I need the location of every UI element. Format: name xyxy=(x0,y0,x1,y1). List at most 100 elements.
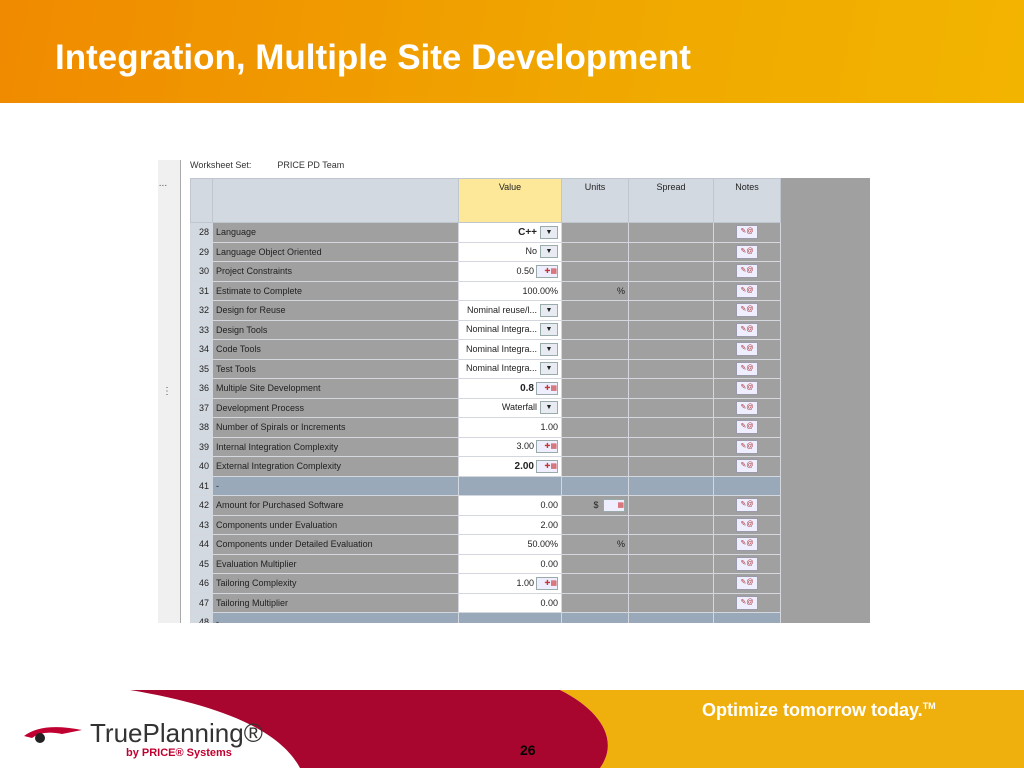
col-value[interactable]: Value xyxy=(458,178,562,223)
value-cell[interactable]: 3.00 ✚▦ xyxy=(458,436,562,457)
value-cell[interactable]: Nominal Integra... ▼ xyxy=(458,319,562,340)
spread-cell[interactable] xyxy=(628,358,714,379)
value-cell[interactable]: 0.00 xyxy=(458,592,562,613)
notes-icon[interactable]: ✎@ xyxy=(736,342,758,357)
value-cell[interactable]: 0.8 ✚▦ xyxy=(458,378,562,399)
units-cell[interactable]: % xyxy=(561,534,629,555)
chevron-down-icon[interactable]: ▼ xyxy=(540,342,558,356)
notes-cell[interactable]: ✎@ xyxy=(713,222,781,243)
notes-cell[interactable]: ✎@ xyxy=(713,319,781,340)
notes-icon[interactable]: ✎@ xyxy=(736,576,758,591)
notes-icon[interactable]: ✎@ xyxy=(736,498,758,513)
units-cell[interactable] xyxy=(561,553,629,574)
value-cell[interactable]: 1.00 ✚▦ xyxy=(458,573,562,594)
value-cell[interactable]: C++ ▼ xyxy=(458,222,562,243)
spread-cell[interactable] xyxy=(628,573,714,594)
notes-cell[interactable]: ✎@ xyxy=(713,456,781,477)
value-cell[interactable]: 0.00 xyxy=(458,553,562,574)
notes-icon[interactable]: ✎@ xyxy=(736,459,758,474)
spread-cell[interactable] xyxy=(628,261,714,282)
notes-icon[interactable]: ✎@ xyxy=(736,381,758,396)
spread-cell[interactable] xyxy=(628,280,714,301)
notes-cell[interactable]: ✎@ xyxy=(713,592,781,613)
notes-cell[interactable]: ✎@ xyxy=(713,397,781,418)
units-cell[interactable] xyxy=(561,397,629,418)
units-cell[interactable]: $ ▦ xyxy=(561,495,629,516)
notes-cell[interactable]: ✎@ xyxy=(713,514,781,535)
units-cell[interactable] xyxy=(561,300,629,321)
notes-cell[interactable]: ✎@ xyxy=(713,534,781,555)
spread-cell[interactable] xyxy=(628,534,714,555)
value-cell[interactable]: 0.50 ✚▦ xyxy=(458,261,562,282)
notes-icon[interactable]: ✎@ xyxy=(736,420,758,435)
notes-icon[interactable]: ✎@ xyxy=(736,225,758,240)
units-cell[interactable] xyxy=(561,241,629,262)
units-cell[interactable] xyxy=(561,358,629,379)
chevron-down-icon[interactable]: ▼ xyxy=(540,362,558,376)
spread-cell[interactable] xyxy=(628,553,714,574)
value-cell[interactable]: 0.00 xyxy=(458,495,562,516)
chevron-down-icon[interactable]: ▼ xyxy=(540,245,558,259)
spread-cell[interactable] xyxy=(628,300,714,321)
col-spread[interactable]: Spread xyxy=(628,178,714,223)
notes-icon[interactable]: ✎@ xyxy=(736,556,758,571)
value-cell[interactable]: 2.00 xyxy=(458,514,562,535)
spread-cell[interactable] xyxy=(628,456,714,477)
spread-cell[interactable] xyxy=(628,319,714,340)
notes-icon[interactable]: ✎@ xyxy=(736,322,758,337)
notes-cell[interactable]: ✎@ xyxy=(713,280,781,301)
units-cell[interactable] xyxy=(561,514,629,535)
notes-icon[interactable]: ✎@ xyxy=(736,283,758,298)
notes-cell[interactable]: ✎@ xyxy=(713,417,781,438)
units-cell[interactable] xyxy=(561,261,629,282)
units-cell[interactable] xyxy=(561,573,629,594)
spread-cell[interactable] xyxy=(628,378,714,399)
spread-cell[interactable] xyxy=(628,222,714,243)
chevron-down-icon[interactable]: ▼ xyxy=(540,401,558,415)
col-notes[interactable]: Notes xyxy=(713,178,781,223)
notes-cell[interactable]: ✎@ xyxy=(713,378,781,399)
notes-icon[interactable]: ✎@ xyxy=(736,439,758,454)
chevron-down-icon[interactable]: ▼ xyxy=(540,303,558,317)
value-cell[interactable]: Waterfall ▼ xyxy=(458,397,562,418)
notes-cell[interactable]: ✎@ xyxy=(713,261,781,282)
calculator-icon[interactable]: ✚▦ xyxy=(536,440,558,454)
units-cell[interactable] xyxy=(561,417,629,438)
notes-cell[interactable]: ✎@ xyxy=(713,300,781,321)
notes-cell[interactable]: ✎@ xyxy=(713,495,781,516)
value-cell[interactable]: 100.00% xyxy=(458,280,562,301)
notes-icon[interactable]: ✎@ xyxy=(736,537,758,552)
notes-icon[interactable]: ✎@ xyxy=(736,303,758,318)
calculator-icon[interactable]: ✚▦ xyxy=(536,576,558,590)
notes-icon[interactable]: ✎@ xyxy=(736,264,758,279)
units-cell[interactable] xyxy=(561,378,629,399)
spread-cell[interactable] xyxy=(628,495,714,516)
units-cell[interactable] xyxy=(561,456,629,477)
notes-icon[interactable]: ✎@ xyxy=(736,361,758,376)
notes-cell[interactable]: ✎@ xyxy=(713,241,781,262)
value-cell[interactable]: 50.00% xyxy=(458,534,562,555)
units-cell[interactable] xyxy=(561,592,629,613)
spread-cell[interactable] xyxy=(628,241,714,262)
col-units[interactable]: Units xyxy=(561,178,629,223)
spread-cell[interactable] xyxy=(628,592,714,613)
chevron-down-icon[interactable]: ▼ xyxy=(540,225,558,239)
units-cell[interactable]: % xyxy=(561,280,629,301)
units-cell[interactable] xyxy=(561,222,629,243)
notes-cell[interactable]: ✎@ xyxy=(713,553,781,574)
value-cell[interactable]: 1.00 xyxy=(458,417,562,438)
notes-cell[interactable]: ✎@ xyxy=(713,339,781,360)
value-cell[interactable]: Nominal Integra... ▼ xyxy=(458,358,562,379)
notes-cell[interactable]: ✎@ xyxy=(713,436,781,457)
units-cell[interactable] xyxy=(561,436,629,457)
notes-icon[interactable]: ✎@ xyxy=(736,244,758,259)
spread-cell[interactable] xyxy=(628,397,714,418)
notes-cell[interactable]: ✎@ xyxy=(713,358,781,379)
notes-icon[interactable]: ✎@ xyxy=(736,595,758,610)
spread-cell[interactable] xyxy=(628,417,714,438)
chevron-down-icon[interactable]: ▼ xyxy=(540,323,558,337)
spread-cell[interactable] xyxy=(628,436,714,457)
notes-cell[interactable]: ✎@ xyxy=(713,573,781,594)
value-cell[interactable]: Nominal Integra... ▼ xyxy=(458,339,562,360)
units-cell[interactable] xyxy=(561,319,629,340)
